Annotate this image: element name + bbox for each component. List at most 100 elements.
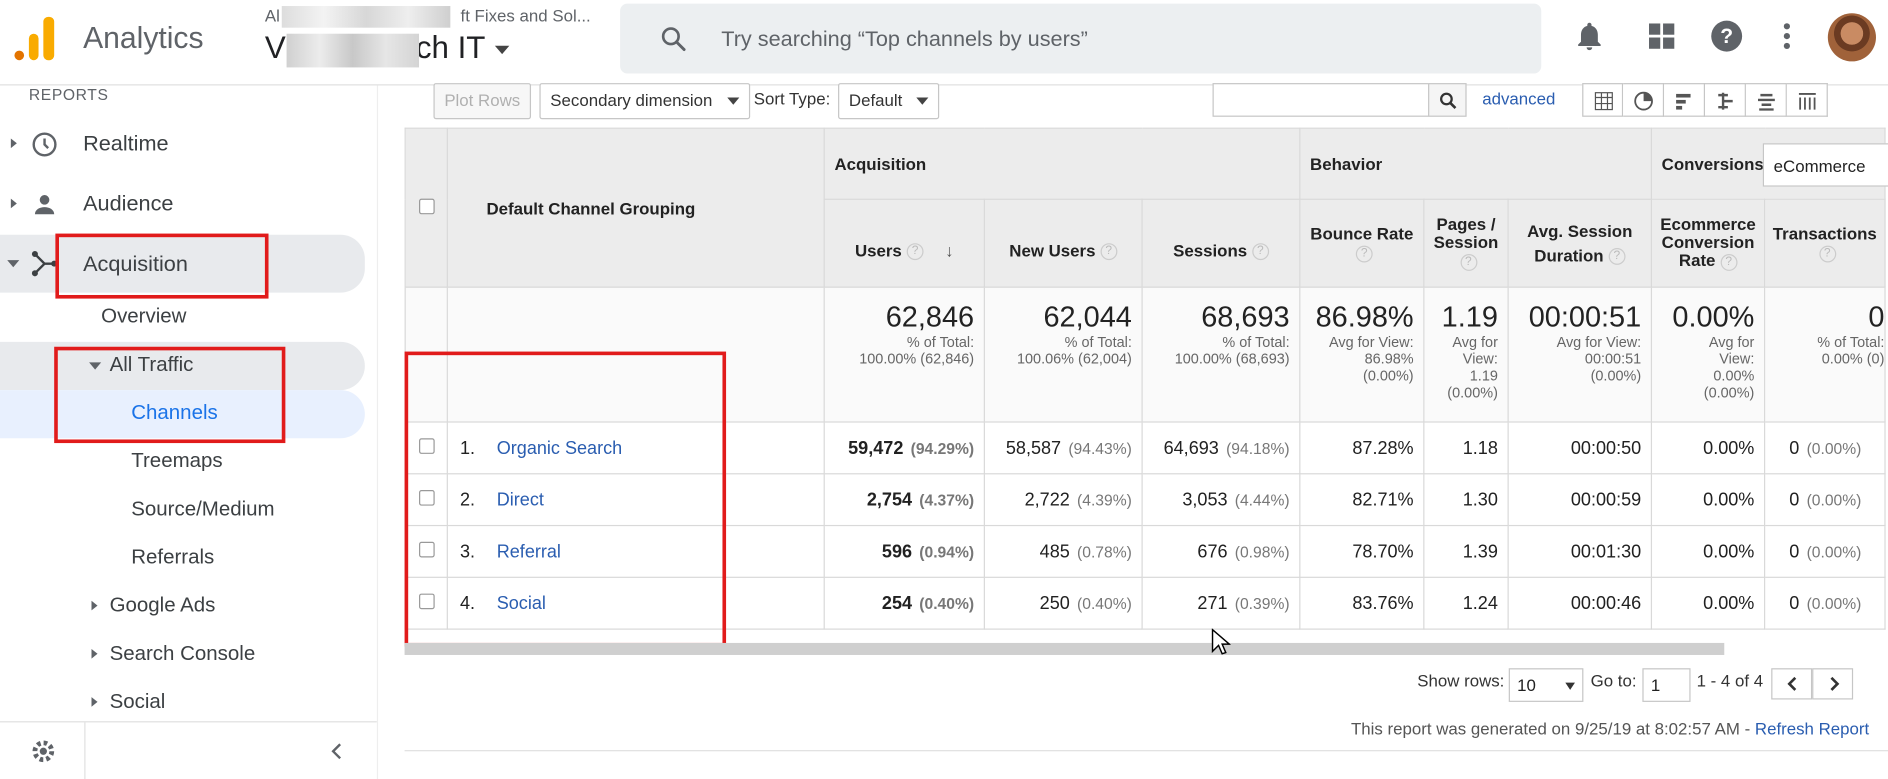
analytics-logo-icon[interactable] bbox=[14, 16, 55, 61]
sidebar-item-label: Overview bbox=[101, 304, 187, 328]
total-ecr-sub: View: bbox=[1719, 350, 1755, 368]
account-suffix: ft Fixes and Sol... bbox=[460, 6, 591, 26]
trans-pct: (0.00%) bbox=[1806, 542, 1862, 561]
total-bounce: 86.98% bbox=[1315, 301, 1414, 334]
sidebar-item-search-console[interactable]: Search Console bbox=[0, 631, 365, 679]
expand-arrow-icon bbox=[91, 697, 98, 707]
sidebar-item-audience[interactable]: Audience bbox=[0, 181, 365, 229]
sidebar-item-label: Search Console bbox=[109, 641, 256, 665]
sessions-pct: (94.18%) bbox=[1226, 438, 1290, 457]
sort-desc-icon[interactable]: ↓ bbox=[945, 241, 953, 260]
trans-cell: 0 (0.00%) bbox=[1764, 576, 1886, 630]
more-vert-icon[interactable] bbox=[1770, 19, 1804, 53]
sidebar-item-source-medium[interactable]: Source/Medium bbox=[0, 486, 365, 534]
ecr-column-header[interactable]: Ecommerce Conversion Rate? bbox=[1650, 198, 1766, 288]
total-new-users: 62,044 bbox=[1043, 301, 1132, 334]
sort-type-label: Sort Type: bbox=[753, 89, 831, 109]
help-icon[interactable]: ? bbox=[1608, 248, 1626, 266]
help-icon[interactable]: ? bbox=[1251, 243, 1269, 261]
sessions-value: 3,053 bbox=[1182, 489, 1228, 510]
sidebar-item-google-ads[interactable]: Google Ads bbox=[0, 583, 365, 631]
generated-text: This report was generated on 9/25/19 at … bbox=[1351, 718, 1751, 739]
plot-rows-button[interactable]: Plot Rows bbox=[433, 83, 532, 120]
conversions-goal-select[interactable]: eCommerce bbox=[1762, 143, 1888, 187]
ecr-label-1: Ecommerce bbox=[1660, 214, 1756, 234]
total-ecr-sub: Avg for bbox=[1708, 333, 1755, 351]
bounce-rate-column-header[interactable]: Bounce Rate? bbox=[1299, 198, 1425, 288]
table-filter-input[interactable] bbox=[1212, 83, 1430, 117]
term-cloud-view-icon[interactable] bbox=[1745, 83, 1787, 117]
advanced-filter-link[interactable]: advanced bbox=[1482, 89, 1555, 108]
chevron-left-icon bbox=[1787, 676, 1797, 691]
expand-arrow-icon bbox=[10, 198, 17, 209]
redacted-property bbox=[286, 33, 420, 68]
new-users-column-header[interactable]: New Users? bbox=[983, 198, 1143, 288]
sidebar-item-overview[interactable]: Overview bbox=[0, 294, 365, 342]
users-column-header[interactable]: Users? ↓ bbox=[823, 198, 985, 288]
collapse-chevron-icon[interactable] bbox=[325, 739, 349, 763]
sidebar-item-realtime[interactable]: Realtime bbox=[0, 120, 365, 168]
search-icon bbox=[661, 27, 686, 51]
collapse-arrow-icon bbox=[7, 260, 20, 268]
sidebar-item-social[interactable]: Social bbox=[0, 679, 365, 727]
sidebar-item-label: Google Ads bbox=[109, 593, 216, 617]
help-icon[interactable]: ? bbox=[1710, 19, 1744, 53]
sidebar-item-treemaps[interactable]: Treemaps bbox=[0, 438, 365, 486]
pivot-view-icon[interactable] bbox=[1786, 83, 1828, 117]
property-prefix: V bbox=[264, 28, 286, 66]
total-bounce-sub: Avg for View: bbox=[1329, 333, 1414, 351]
acquisition-group-header: Acquisition bbox=[823, 127, 1301, 200]
help-icon[interactable]: ? bbox=[1459, 253, 1477, 271]
sort-type-value: Default bbox=[848, 90, 903, 110]
secondary-dimension-dropdown[interactable]: Secondary dimension bbox=[539, 83, 750, 120]
new-users-value: 58,587 bbox=[1005, 437, 1062, 459]
transactions-column-header[interactable]: Transactions? bbox=[1764, 198, 1886, 288]
total-new-users-sub: 100.06% (62,004) bbox=[1016, 350, 1132, 368]
gear-icon[interactable] bbox=[29, 737, 58, 766]
property-dropdown-icon[interactable] bbox=[495, 45, 510, 54]
bar-view-icon[interactable] bbox=[1664, 83, 1706, 117]
show-rows-select[interactable]: 10 bbox=[1508, 668, 1584, 702]
sessions-pct: (0.39%) bbox=[1234, 594, 1290, 613]
help-icon[interactable]: ? bbox=[1100, 243, 1118, 261]
table-view-icon[interactable] bbox=[1582, 83, 1624, 117]
pages-label-1: Pages / bbox=[1436, 214, 1496, 234]
row-range: 1 - 4 of 4 bbox=[1696, 670, 1764, 690]
help-icon[interactable]: ? bbox=[1818, 245, 1836, 263]
users-pct: (94.29%) bbox=[910, 438, 975, 457]
search-bar[interactable]: Try searching “Top channels by users” bbox=[620, 3, 1542, 74]
help-icon[interactable]: ? bbox=[906, 243, 924, 261]
pages-session-column-header[interactable]: Pages / Session? bbox=[1423, 198, 1509, 288]
new-users-cell: 250 (0.40%) bbox=[983, 576, 1143, 630]
refresh-report-link[interactable]: Refresh Report bbox=[1755, 719, 1869, 738]
report-generated-note: This report was generated on 9/25/19 at … bbox=[1351, 719, 1869, 738]
bell-icon[interactable] bbox=[1573, 19, 1607, 53]
filter-search-button[interactable] bbox=[1428, 83, 1467, 117]
conversions-group-header: Conversions eCommerce bbox=[1650, 127, 1888, 200]
trans-cell: 0 (0.00%) bbox=[1764, 421, 1886, 475]
account-prefix: Al bbox=[264, 6, 280, 26]
horizontal-scrollbar[interactable] bbox=[404, 642, 1725, 655]
sessions-cell: 676 (0.98%) bbox=[1141, 524, 1301, 578]
total-avg-sub: (0.00%) bbox=[1590, 367, 1642, 385]
avg-session-column-header[interactable]: Avg. Session Duration? bbox=[1507, 198, 1653, 288]
apps-grid-icon[interactable] bbox=[1645, 19, 1679, 53]
compare-view-icon[interactable] bbox=[1705, 83, 1746, 117]
next-page-button[interactable] bbox=[1812, 668, 1854, 700]
goto-input[interactable]: 1 bbox=[1642, 668, 1691, 702]
dimension-header[interactable]: Default Channel Grouping bbox=[446, 127, 825, 288]
sessions-column-header[interactable]: Sessions? bbox=[1141, 198, 1301, 288]
users-cell: 2,754 (4.37%) bbox=[823, 473, 985, 527]
select-all-checkbox[interactable] bbox=[418, 198, 435, 214]
avatar[interactable] bbox=[1827, 13, 1876, 62]
users-pct: (4.37%) bbox=[919, 490, 975, 509]
help-icon[interactable]: ? bbox=[1720, 253, 1738, 271]
total-bounce-cell: 86.98% Avg for View: 86.98% (0.00%) bbox=[1299, 286, 1425, 423]
prev-page-button[interactable] bbox=[1771, 668, 1813, 700]
users-cell: 596 (0.94%) bbox=[823, 524, 985, 578]
sidebar-item-referrals[interactable]: Referrals bbox=[0, 535, 365, 583]
sort-type-dropdown[interactable]: Default bbox=[838, 83, 940, 120]
trans-cell: 0 (0.00%) bbox=[1764, 524, 1886, 578]
help-icon[interactable]: ? bbox=[1355, 245, 1373, 263]
pie-view-icon[interactable] bbox=[1623, 83, 1665, 117]
